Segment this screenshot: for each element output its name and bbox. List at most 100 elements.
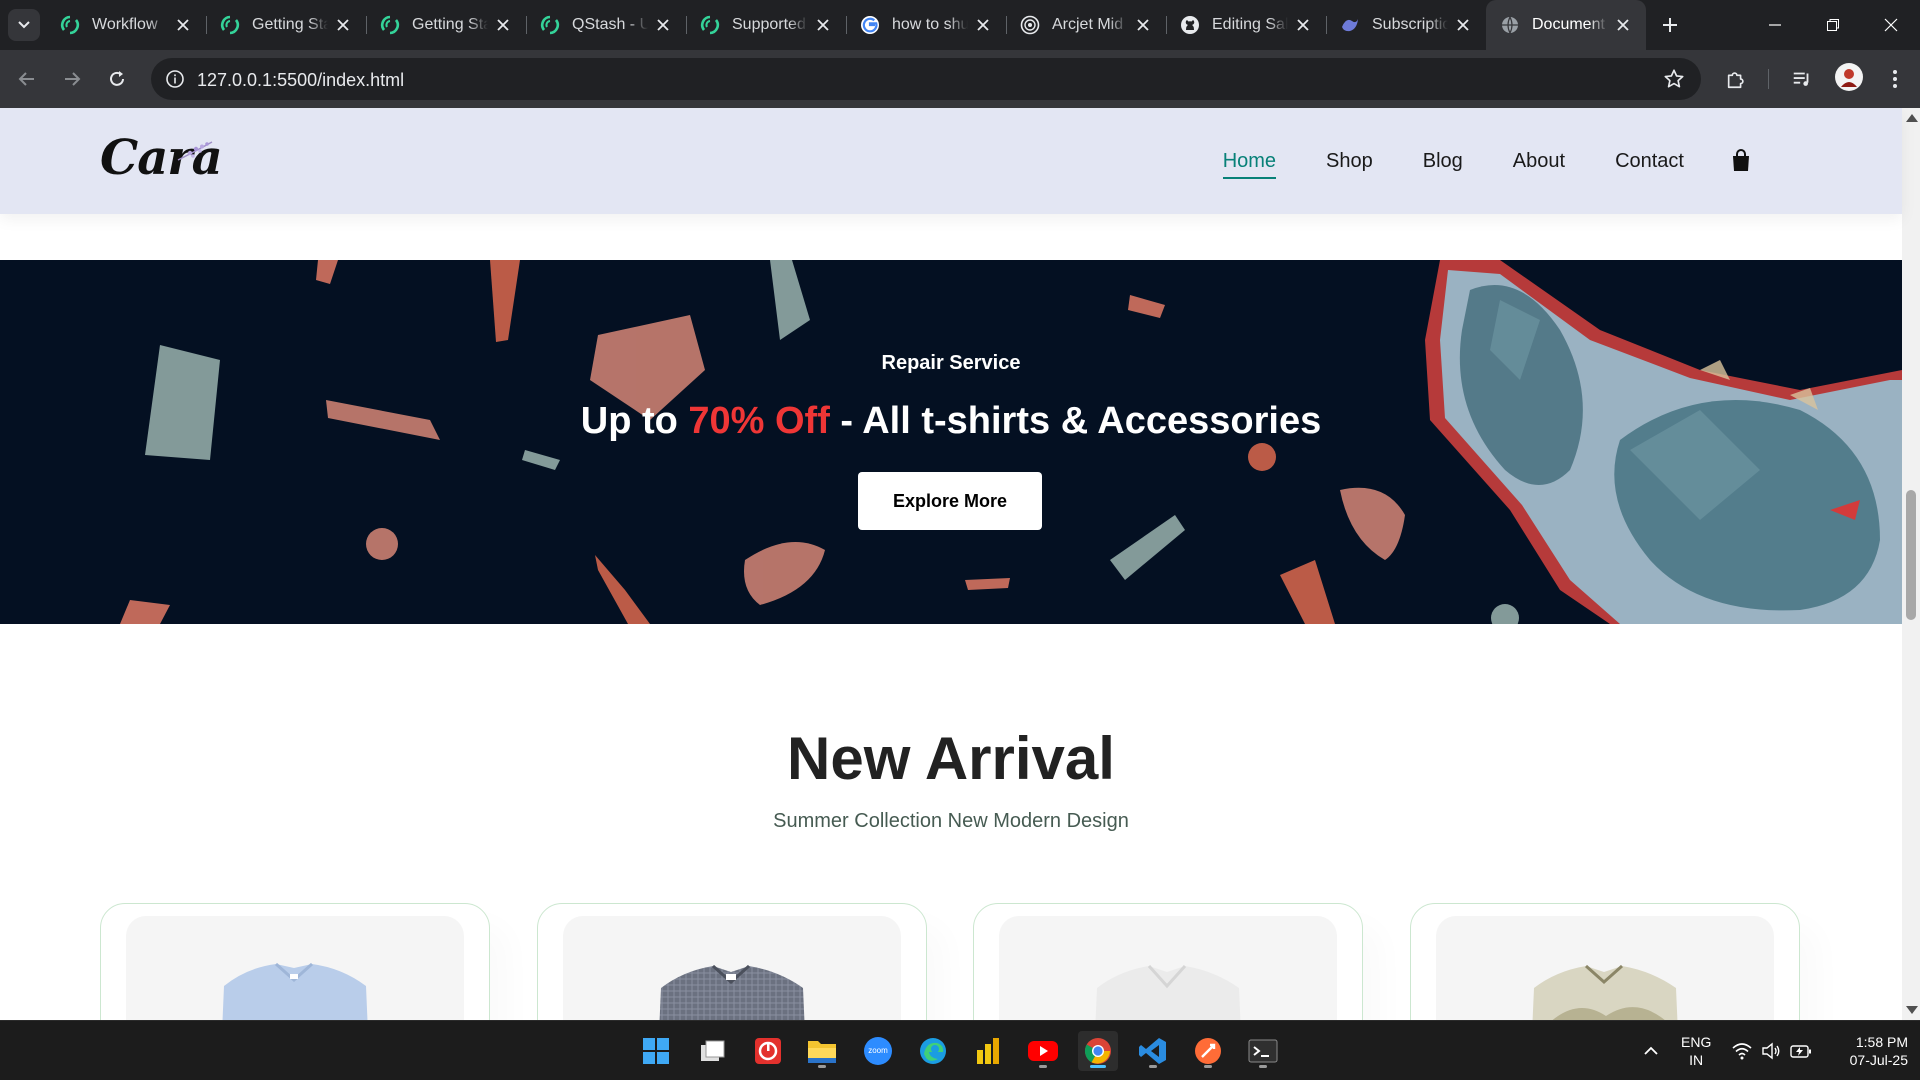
tab-title: Getting Started <box>412 16 488 33</box>
running-indicator <box>1204 1065 1212 1068</box>
postman-icon <box>1195 1038 1221 1064</box>
browser-tab[interactable]: Supported <box>686 0 846 50</box>
browser-toolbar: 127.0.0.1:5500/index.html <box>0 50 1920 108</box>
close-tab-icon[interactable] <box>334 16 352 34</box>
language-indicator[interactable]: ENG IN <box>1681 1033 1711 1069</box>
avatar-icon <box>1836 64 1862 90</box>
shopping-bag-icon[interactable] <box>1730 149 1752 173</box>
tab-list: Workflow Getting Started Getting Started QS… <box>46 0 1688 50</box>
youtube-icon <box>1028 1041 1058 1061</box>
close-tab-icon[interactable] <box>174 16 192 34</box>
running-indicator <box>1090 1065 1106 1068</box>
volume-icon[interactable] <box>1761 1042 1781 1060</box>
window-controls <box>1746 0 1920 50</box>
browser-tab[interactable]: Document <box>1486 0 1646 50</box>
close-window-button[interactable] <box>1862 0 1920 50</box>
system-clock[interactable]: 1:58 PM 07-Jul-25 <box>1850 1033 1908 1069</box>
forward-button[interactable] <box>57 64 87 94</box>
close-tab-icon[interactable] <box>1134 16 1152 34</box>
browser-tab[interactable]: Getting Started <box>206 0 366 50</box>
close-tab-icon[interactable] <box>1454 16 1472 34</box>
site-info-icon[interactable] <box>165 69 185 89</box>
back-button[interactable] <box>12 64 42 94</box>
nav-link-about[interactable]: About <box>1513 150 1565 173</box>
vscode-button[interactable] <box>1133 1031 1173 1071</box>
toolbar-divider <box>1768 69 1769 89</box>
close-tab-icon[interactable] <box>1294 16 1312 34</box>
chevron-up-icon[interactable] <box>1642 1042 1660 1060</box>
product-card[interactable] <box>537 903 927 1020</box>
bookmark-star-icon[interactable] <box>1663 68 1685 90</box>
new-tab-button[interactable] <box>1652 0 1688 50</box>
media-controls-button[interactable] <box>1787 64 1817 94</box>
tab-search-button[interactable] <box>8 9 40 41</box>
url-text: 127.0.0.1:5500/index.html <box>197 70 405 90</box>
file-explorer-button[interactable] <box>802 1031 842 1071</box>
scroll-down-arrow-icon[interactable] <box>1906 1006 1918 1014</box>
nav-link-blog[interactable]: Blog <box>1423 150 1463 173</box>
upstash-icon <box>220 15 240 35</box>
lavender-sprig-icon <box>177 141 213 161</box>
power-bi-button[interactable] <box>968 1031 1008 1071</box>
restore-button[interactable] <box>1804 0 1862 50</box>
task-view-icon <box>701 1040 725 1061</box>
browser-tab[interactable]: Arcjet Mid <box>1006 0 1166 50</box>
battery-icon[interactable] <box>1790 1042 1812 1060</box>
browser-tab[interactable]: Editing Sal <box>1166 0 1326 50</box>
tab-title: Editing Sal <box>1212 16 1288 33</box>
chevron-down-icon <box>18 21 30 29</box>
scrollbar-thumb[interactable] <box>1906 490 1916 620</box>
youtube-button[interactable] <box>1023 1031 1063 1071</box>
reload-button[interactable] <box>102 64 132 94</box>
product-card[interactable] <box>973 903 1363 1020</box>
edge-icon <box>920 1038 946 1064</box>
extensions-button[interactable] <box>1721 64 1751 94</box>
browser-tab[interactable]: Getting Started <box>366 0 526 50</box>
product-card[interactable] <box>100 903 490 1020</box>
browser-menu-button[interactable] <box>1880 64 1910 94</box>
product-image <box>563 916 901 1020</box>
arcjet-icon <box>1020 15 1040 35</box>
start-button[interactable] <box>636 1031 676 1071</box>
browser-tab[interactable]: QStash - U <box>526 0 686 50</box>
postman-button[interactable] <box>1188 1031 1228 1071</box>
page-scrollbar[interactable] <box>1902 108 1920 1020</box>
site-logo[interactable]: Cara <box>100 130 223 186</box>
nav-link-contact[interactable]: Contact <box>1615 150 1684 173</box>
nav-link-shop[interactable]: Shop <box>1326 150 1373 173</box>
chrome-button[interactable] <box>1078 1031 1118 1071</box>
browser-tab[interactable]: Subscriptio <box>1326 0 1486 50</box>
terminal-button[interactable] <box>1243 1031 1283 1071</box>
promo-banner: Repair Service Up to 70% Off - All t-shi… <box>0 260 1902 624</box>
wifi-icon[interactable] <box>1732 1042 1752 1060</box>
tab-title: Supported <box>732 16 806 33</box>
section-title: New Arrival <box>787 725 1115 792</box>
edge-button[interactable] <box>913 1031 953 1071</box>
close-tab-icon[interactable] <box>494 16 512 34</box>
clock-time: 1:58 PM <box>1855 1034 1908 1050</box>
product-card[interactable] <box>1410 903 1800 1020</box>
profile-avatar[interactable] <box>1835 63 1863 91</box>
browser-tab[interactable]: Workflow <box>46 0 206 50</box>
close-tab-icon[interactable] <box>974 16 992 34</box>
close-icon <box>1884 18 1898 32</box>
close-tab-icon[interactable] <box>814 16 832 34</box>
banner-eyebrow: Repair Service <box>881 352 1021 374</box>
close-tab-icon[interactable] <box>1614 16 1632 34</box>
tab-title: Workflow <box>92 16 158 33</box>
windows-start-icon <box>643 1038 669 1064</box>
anydesk-button[interactable] <box>748 1031 788 1071</box>
task-view-button[interactable] <box>692 1031 732 1071</box>
zoom-button[interactable]: zoom <box>858 1031 898 1071</box>
explore-more-button[interactable]: Explore More <box>858 472 1042 530</box>
browser-tab-strip: Workflow Getting Started Getting Started QS… <box>0 0 1920 50</box>
tab-title: how to shu <box>892 16 968 33</box>
arrow-right-icon <box>65 72 81 86</box>
close-tab-icon[interactable] <box>654 16 672 34</box>
browser-tab[interactable]: how to shu <box>846 0 1006 50</box>
running-indicator <box>1149 1065 1157 1068</box>
minimize-button[interactable] <box>1746 0 1804 50</box>
scroll-up-arrow-icon[interactable] <box>1906 114 1918 122</box>
nav-link-home[interactable]: Home <box>1222 150 1277 179</box>
address-bar[interactable]: 127.0.0.1:5500/index.html <box>151 58 1701 100</box>
